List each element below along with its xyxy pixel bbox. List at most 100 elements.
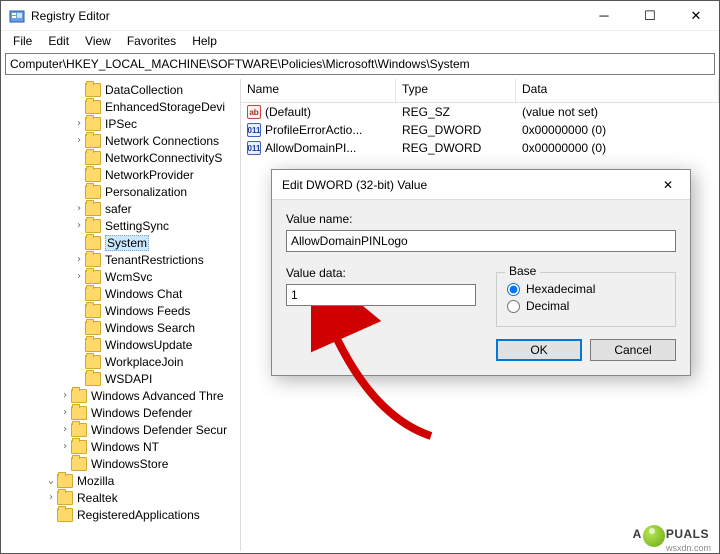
- tree-pane[interactable]: DataCollectionEnhancedStorageDevi›IPSec›…: [1, 79, 241, 551]
- folder-icon: [71, 440, 87, 454]
- tree-item[interactable]: DataCollection: [1, 81, 240, 98]
- tree-item-label: WorkplaceJoin: [105, 355, 183, 369]
- list-row[interactable]: ab(Default)REG_SZ(value not set): [241, 103, 719, 121]
- folder-icon: [85, 117, 101, 131]
- close-button[interactable]: ✕: [673, 1, 719, 31]
- tree-item[interactable]: System: [1, 234, 240, 251]
- tree-item[interactable]: Windows Search: [1, 319, 240, 336]
- tree-item[interactable]: NetworkConnectivityS: [1, 149, 240, 166]
- tree-item-label: WindowsStore: [91, 457, 168, 471]
- tree-item[interactable]: ›Realtek: [1, 489, 240, 506]
- tree-item[interactable]: Personalization: [1, 183, 240, 200]
- expander-icon[interactable]: ›: [73, 135, 85, 146]
- tree-item[interactable]: WorkplaceJoin: [1, 353, 240, 370]
- expander-icon[interactable]: ›: [73, 220, 85, 231]
- dialog-close-button[interactable]: ✕: [646, 170, 690, 200]
- folder-icon: [85, 151, 101, 165]
- tree-item[interactable]: ⌄ Mozilla: [1, 472, 240, 489]
- tree-item[interactable]: WindowsStore: [1, 455, 240, 472]
- tree-item[interactable]: › SettingSync: [1, 217, 240, 234]
- value-name-input[interactable]: [286, 230, 676, 252]
- tree-item[interactable]: › Windows NT: [1, 438, 240, 455]
- tree-item[interactable]: WSDAPI: [1, 370, 240, 387]
- tree-item[interactable]: › WcmSvc: [1, 268, 240, 285]
- tree-item[interactable]: Windows Chat: [1, 285, 240, 302]
- tree-item[interactable]: Windows Feeds: [1, 302, 240, 319]
- tree-item-label: Windows Search: [105, 321, 195, 335]
- dialog-title: Edit DWORD (32-bit) Value: [282, 178, 427, 192]
- expander-icon[interactable]: ›: [59, 441, 71, 452]
- tree-item[interactable]: NetworkProvider: [1, 166, 240, 183]
- base-group: Base Hexadecimal Decimal: [496, 272, 676, 327]
- expander-icon[interactable]: ›: [73, 254, 85, 265]
- watermark-site: wsxdn.com: [666, 543, 711, 553]
- expander-icon[interactable]: ›: [45, 492, 57, 503]
- expander-icon[interactable]: ⌄: [45, 475, 57, 486]
- ok-button[interactable]: OK: [496, 339, 582, 361]
- expander-icon[interactable]: ›: [59, 390, 71, 401]
- folder-icon: [85, 304, 101, 318]
- col-header-name[interactable]: Name: [241, 79, 396, 102]
- expander-icon[interactable]: ›: [73, 118, 85, 129]
- app-icon: [9, 8, 25, 24]
- tree-item[interactable]: ›safer: [1, 200, 240, 217]
- radio-hex[interactable]: [507, 283, 520, 296]
- reg-sz-icon: ab: [247, 105, 261, 119]
- folder-icon: [85, 355, 101, 369]
- radio-dec-label[interactable]: Decimal: [507, 299, 665, 313]
- folder-icon: [85, 134, 101, 148]
- maximize-button[interactable]: ☐: [627, 1, 673, 31]
- menu-favorites[interactable]: Favorites: [119, 32, 184, 50]
- tree-item-label: Windows Advanced Thre: [91, 389, 224, 403]
- tree-item-label: SettingSync: [105, 219, 169, 233]
- menu-bar: File Edit View Favorites Help: [1, 31, 719, 51]
- base-legend: Base: [505, 264, 540, 278]
- tree-item[interactable]: › Windows Advanced Thre: [1, 387, 240, 404]
- tree-item[interactable]: ›Windows Defender: [1, 404, 240, 421]
- folder-icon: [85, 270, 101, 284]
- folder-icon: [85, 321, 101, 335]
- tree-item[interactable]: RegisteredApplications: [1, 506, 240, 523]
- value-data-input[interactable]: [286, 284, 476, 306]
- folder-icon: [71, 406, 87, 420]
- radio-dec[interactable]: [507, 300, 520, 313]
- expander-icon[interactable]: ›: [73, 203, 85, 214]
- tree-item[interactable]: › IPSec: [1, 115, 240, 132]
- list-row[interactable]: 011ProfileErrorActio...REG_DWORD0x000000…: [241, 121, 719, 139]
- col-header-data[interactable]: Data: [516, 79, 719, 102]
- watermark: A PUALS: [633, 523, 709, 545]
- tree-item-label: Mozilla: [77, 474, 114, 488]
- tree-item[interactable]: WindowsUpdate: [1, 336, 240, 353]
- folder-icon: [57, 474, 73, 488]
- folder-icon: [85, 253, 101, 267]
- folder-icon: [85, 83, 101, 97]
- menu-view[interactable]: View: [77, 32, 119, 50]
- tree-item-label: EnhancedStorageDevi: [105, 100, 225, 114]
- expander-icon[interactable]: ›: [59, 424, 71, 435]
- tree-item-label: Windows NT: [91, 440, 159, 454]
- menu-edit[interactable]: Edit: [40, 32, 77, 50]
- tree-item-label: Personalization: [105, 185, 187, 199]
- folder-icon: [85, 287, 101, 301]
- expander-icon[interactable]: ›: [73, 271, 85, 282]
- cell-name: AllowDomainPI...: [265, 141, 356, 155]
- cell-data: (value not set): [516, 105, 719, 119]
- tree-item-label: IPSec: [105, 117, 137, 131]
- minimize-button[interactable]: ─: [581, 1, 627, 31]
- folder-icon: [71, 457, 87, 471]
- address-bar[interactable]: Computer\HKEY_LOCAL_MACHINE\SOFTWARE\Pol…: [5, 53, 715, 75]
- list-row[interactable]: 011AllowDomainPI...REG_DWORD0x00000000 (…: [241, 139, 719, 157]
- tree-item[interactable]: ›Network Connections: [1, 132, 240, 149]
- menu-help[interactable]: Help: [184, 32, 225, 50]
- tree-item-label: WcmSvc: [105, 270, 152, 284]
- tree-item[interactable]: ›Windows Defender Secur: [1, 421, 240, 438]
- menu-file[interactable]: File: [5, 32, 40, 50]
- folder-icon: [85, 338, 101, 352]
- expander-icon[interactable]: ›: [59, 407, 71, 418]
- cancel-button[interactable]: Cancel: [590, 339, 676, 361]
- radio-hex-label[interactable]: Hexadecimal: [507, 282, 665, 296]
- tree-item[interactable]: EnhancedStorageDevi: [1, 98, 240, 115]
- tree-item[interactable]: ›TenantRestrictions: [1, 251, 240, 268]
- col-header-type[interactable]: Type: [396, 79, 516, 102]
- folder-icon: [85, 202, 101, 216]
